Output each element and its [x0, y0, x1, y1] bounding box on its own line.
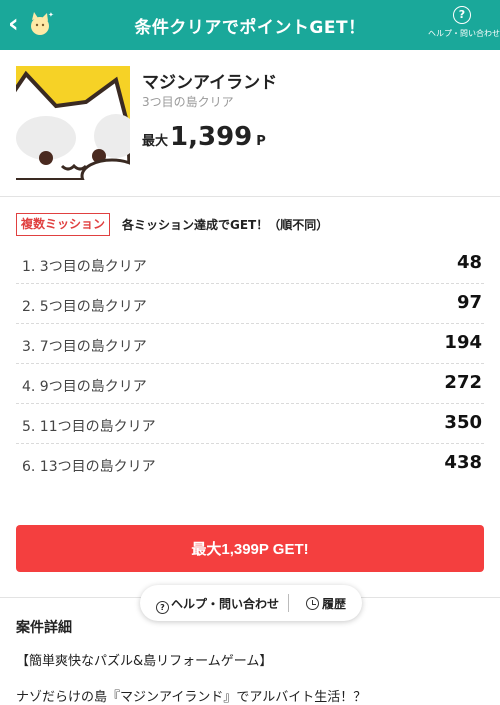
mission-points: 272: [444, 372, 482, 393]
mission-label: 5. 11つ目の島クリア: [22, 419, 156, 435]
mission-row: 3. 7つ目の島クリア 194: [16, 324, 484, 364]
mission-label: 3. 7つ目の島クリア: [22, 339, 147, 355]
history-clock-icon: [306, 597, 319, 610]
mission-row: 4. 9つ目の島クリア 272: [16, 364, 484, 404]
help-button[interactable]: ? ヘルプ・問い合わせ: [156, 595, 279, 614]
app-subtitle: 3つ目の島クリア: [142, 95, 234, 109]
max-reward: 最大1,399 P: [142, 122, 266, 152]
reward-prefix: 最大: [142, 134, 169, 149]
details-text: 【簡単爽快なパズル&島リフォームゲーム】: [16, 654, 273, 669]
mission-label: 1. 3つ目の島クリア: [22, 259, 147, 275]
mission-label: 4. 9つ目の島クリア: [22, 379, 147, 395]
mission-label: 6. 13つ目の島クリア: [22, 459, 156, 475]
get-points-button[interactable]: 最大1,399P GET!: [16, 525, 484, 572]
cat-character-image: [16, 66, 130, 180]
mission-row: 6. 13つ目の島クリア 438: [16, 444, 484, 484]
header-help-label: ヘルプ・問い合わせ: [428, 29, 500, 38]
mission-points: 194: [444, 332, 482, 353]
mission-row: 2. 5つ目の島クリア 97: [16, 284, 484, 324]
header-help-button[interactable]: ? ヘルプ・問い合わせ: [428, 6, 500, 39]
mission-note: 各ミッション達成でGET！（順不同）: [122, 218, 329, 232]
help-label: ヘルプ・問い合わせ: [171, 597, 280, 611]
mission-row: 1. 3つ目の島クリア 48: [16, 244, 484, 284]
history-button[interactable]: 履歴: [306, 595, 346, 612]
mission-header: 複数ミッション 各ミッション達成でGET！（順不同）: [16, 212, 484, 236]
details-text: ナゾだらけの島『マジンアイランド』でアルバイト生活！？: [16, 690, 367, 705]
mission-points: 438: [444, 452, 482, 473]
history-label: 履歴: [322, 597, 347, 611]
page-title: 条件クリアでポイントGET！: [134, 18, 366, 38]
details-title: 案件詳細: [16, 620, 72, 636]
app-card: マジンアイランド 3つ目の島クリア 最大1,399 P: [16, 66, 484, 180]
section-divider: [0, 196, 500, 197]
floating-action-bar: ? ヘルプ・問い合わせ 履歴: [140, 585, 362, 621]
reward-unit: P: [256, 134, 266, 149]
question-circle-icon: ?: [156, 601, 169, 614]
top-header: ‹ ✦ 条件クリアでポイントGET！ ? ヘルプ・問い合わせ: [0, 0, 500, 50]
divider: [288, 594, 289, 612]
mission-points: 48: [456, 252, 482, 273]
app-name: マジンアイランド: [142, 73, 278, 93]
app-thumbnail: [16, 66, 130, 180]
mission-label: 2. 5つ目の島クリア: [22, 299, 147, 315]
mission-row: 5. 11つ目の島クリア 350: [16, 404, 484, 444]
mission-points: 97: [456, 292, 482, 313]
mission-points: 350: [444, 412, 482, 433]
multi-mission-badge: 複数ミッション: [16, 213, 111, 236]
mission-list: 1. 3つ目の島クリア 48 2. 5つ目の島クリア 97 3. 7つ目の島クリ…: [16, 244, 484, 484]
reward-points: 1,399: [170, 122, 253, 152]
question-circle-icon: ?: [453, 6, 471, 24]
